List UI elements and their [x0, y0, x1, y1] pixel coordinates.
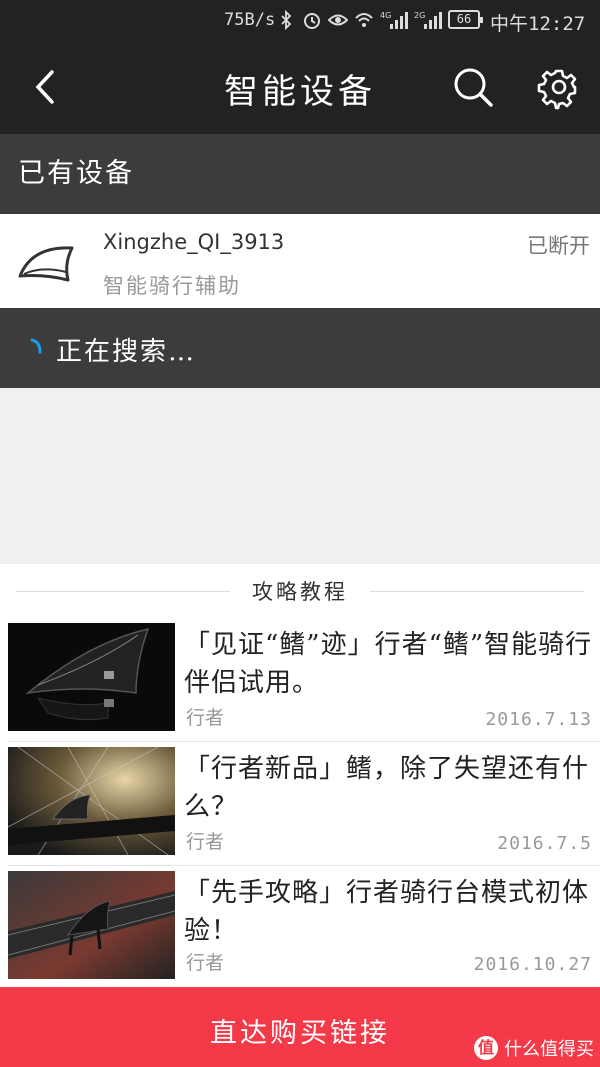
wifi-icon: [355, 13, 373, 27]
svg-text:2G: 2G: [414, 11, 425, 20]
network-speed: 75B/s: [224, 10, 276, 30]
bluetooth-icon: [281, 10, 292, 30]
svg-text:4G: 4G: [380, 11, 391, 20]
device-name: Xingzhe_QI_3913: [103, 230, 285, 254]
tutorials-header: 攻略教程: [0, 564, 600, 618]
article-author: 行者: [186, 831, 225, 853]
article-title: 「先手攻略」行者骑行台模式初体验！: [184, 878, 590, 946]
device-row[interactable]: Xingzhe_QI_3913 已断开 智能骑行辅助: [0, 214, 600, 308]
article-item[interactable]: 「见证“鳍”迹」行者“鳍”智能骑行伴侣试用。 行者 2016.7.13: [0, 618, 600, 742]
article-item[interactable]: 「先手攻略」行者骑行台模式初体验！ 行者 2016.10.27: [0, 866, 600, 987]
existing-devices-header: 已有设备: [0, 134, 600, 214]
settings-button[interactable]: [534, 62, 584, 112]
gear-icon: [537, 69, 577, 110]
status-icons: 4G 2G: [276, 8, 442, 32]
article-item[interactable]: 「行者新品」鳍，除了失望还有什么？ 行者 2016.7.5: [0, 742, 600, 866]
device-status: 已断开: [527, 234, 590, 258]
bike-light-device-icon: [18, 246, 74, 282]
article-date: 2016.7.13: [485, 709, 592, 730]
app-header: 智能设备: [0, 40, 600, 134]
search-button[interactable]: [448, 62, 498, 112]
smzdm-logo-icon: 值: [474, 1036, 498, 1060]
device-list-empty-area: [0, 388, 600, 564]
article-thumbnail: [8, 623, 175, 731]
searching-bar: 正在搜索…: [0, 308, 600, 388]
article-thumbnail: [8, 747, 175, 855]
signal-4g-icon: 4G: [380, 11, 408, 29]
alarm-icon: [304, 13, 320, 29]
watermark-text: 什么值得买: [504, 1039, 594, 1060]
article-title: 「行者新品」鳍，除了失望还有什么？: [184, 754, 590, 822]
article-date: 2016.7.5: [497, 833, 592, 854]
article-thumbnail: [8, 871, 175, 979]
battery-icon: 66: [448, 10, 483, 29]
eye-icon: [328, 14, 348, 26]
loading-spinner-icon: [30, 338, 42, 354]
article-date: 2016.10.27: [473, 954, 592, 975]
tutorials-section: 攻略教程 「见证“鳍”迹」行者“鳍”智能骑行伴侣试用。 行者 2016.7.13: [0, 564, 600, 987]
page-title: 智能设备: [224, 72, 376, 112]
article-author: 行者: [186, 952, 225, 974]
clock: 中午12:27: [490, 13, 586, 35]
search-icon: [454, 68, 493, 107]
article-title: 「见证“鳍”迹」行者“鳍”智能骑行伴侣试用。: [184, 630, 593, 698]
device-subtitle: 智能骑行辅助: [103, 274, 241, 298]
article-author: 行者: [186, 707, 225, 729]
divider: [370, 591, 584, 592]
watermark: 值 什么值得买: [474, 1035, 594, 1061]
status-bar: 75B/s 4G 2G 66 中午12:27: [0, 0, 600, 40]
buy-link-button[interactable]: 直达购买链接 值 什么值得买: [0, 987, 600, 1067]
searching-label: 正在搜索…: [56, 337, 197, 367]
signal-2g-icon: 2G: [414, 11, 442, 29]
